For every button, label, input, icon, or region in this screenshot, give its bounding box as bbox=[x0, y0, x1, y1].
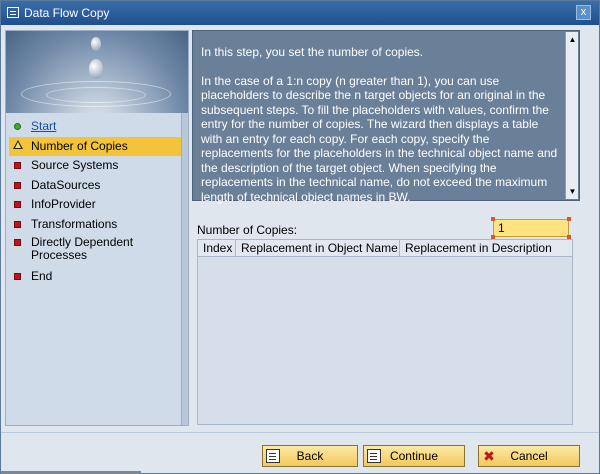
description-paragraph: In this step, you set the number of copi… bbox=[201, 45, 424, 59]
back-button-label: Back bbox=[296, 449, 324, 463]
water-drop-shape bbox=[91, 37, 101, 51]
cancel-button[interactable]: ✖ Cancel bbox=[478, 445, 580, 467]
step-pending-icon bbox=[14, 273, 21, 280]
table-header: Index Replacement in Object Name Replace… bbox=[198, 240, 572, 257]
cancel-button-label: Cancel bbox=[510, 449, 548, 463]
title-bar: Data Flow Copy x bbox=[1, 1, 599, 25]
continue-icon bbox=[367, 449, 381, 463]
step-start[interactable]: Start bbox=[9, 117, 185, 137]
window-title: Data Flow Copy bbox=[24, 6, 110, 20]
step-label: Directly Dependent Processes bbox=[31, 235, 134, 262]
cancel-x-icon: ✖ bbox=[483, 448, 495, 464]
description-paragraph: In the case of a 1:n copy (n greater tha… bbox=[201, 73, 558, 204]
step-description-panel: In this step, you set the number of copi… bbox=[192, 30, 580, 204]
step-directly-dependent-processes: Directly Dependent Processes bbox=[9, 234, 185, 267]
step-description-text: In this step, you set the number of copi… bbox=[201, 45, 559, 218]
column-header-index[interactable]: Index bbox=[198, 240, 236, 256]
step-pending-icon bbox=[14, 220, 21, 228]
scroll-down-arrow-icon[interactable]: ▼ bbox=[567, 186, 578, 197]
wizard-step-list: Start Number of Copies Source Systems Da… bbox=[9, 117, 185, 287]
step-end: End bbox=[9, 267, 185, 287]
input-focus-corner bbox=[567, 217, 571, 221]
sidebar-splitter[interactable] bbox=[181, 113, 188, 425]
water-ripple-outer bbox=[21, 81, 171, 107]
replacement-table: Index Replacement in Object Name Replace… bbox=[197, 239, 573, 425]
number-of-copies-label: Number of Copies: bbox=[197, 223, 298, 237]
step-transformations: Transformations bbox=[9, 215, 185, 235]
close-button[interactable]: x bbox=[576, 5, 591, 20]
step-infoprovider: InfoProvider bbox=[9, 195, 185, 215]
step-label: DataSources bbox=[31, 177, 101, 192]
column-header-description[interactable]: Replacement in Description bbox=[400, 240, 572, 256]
back-icon bbox=[266, 449, 280, 463]
footer-divider bbox=[1, 432, 599, 433]
step-label: Number of Copies bbox=[31, 138, 128, 153]
wizard-step-panel: Start Number of Copies Source Systems Da… bbox=[5, 30, 189, 426]
step-label: Source Systems bbox=[31, 158, 119, 172]
water-splash-shape bbox=[89, 59, 103, 79]
number-of-copies-input[interactable] bbox=[493, 219, 569, 237]
input-focus-corner bbox=[491, 217, 495, 221]
step-pending-icon bbox=[14, 162, 21, 169]
step-number-of-copies: Number of Copies bbox=[9, 136, 185, 156]
step-label: End bbox=[31, 269, 53, 283]
step-label: InfoProvider bbox=[31, 197, 96, 211]
column-header-object-name[interactable]: Replacement in Object Name bbox=[236, 240, 400, 256]
step-pending-icon bbox=[14, 201, 21, 208]
continue-button[interactable]: Continue bbox=[363, 445, 465, 467]
dialog-window: Data Flow Copy x Start Number of Copies … bbox=[0, 0, 600, 474]
window-icon bbox=[7, 7, 19, 18]
step-pending-icon bbox=[14, 239, 21, 246]
back-button[interactable]: Back bbox=[262, 445, 358, 467]
step-datasources: DataSources bbox=[9, 176, 185, 196]
step-label[interactable]: Start bbox=[31, 119, 56, 133]
step-source-systems: Source Systems bbox=[9, 156, 185, 176]
water-drop-banner-image bbox=[6, 31, 188, 113]
step-label: Transformations bbox=[31, 216, 118, 231]
scroll-up-arrow-icon[interactable]: ▲ bbox=[567, 34, 578, 45]
step-pending-icon bbox=[14, 181, 21, 189]
continue-button-label: Continue bbox=[389, 449, 439, 463]
description-scrollbar[interactable]: ▲ ▼ bbox=[565, 32, 578, 199]
step-done-icon bbox=[14, 123, 21, 130]
warning-triangle-icon bbox=[13, 139, 23, 149]
